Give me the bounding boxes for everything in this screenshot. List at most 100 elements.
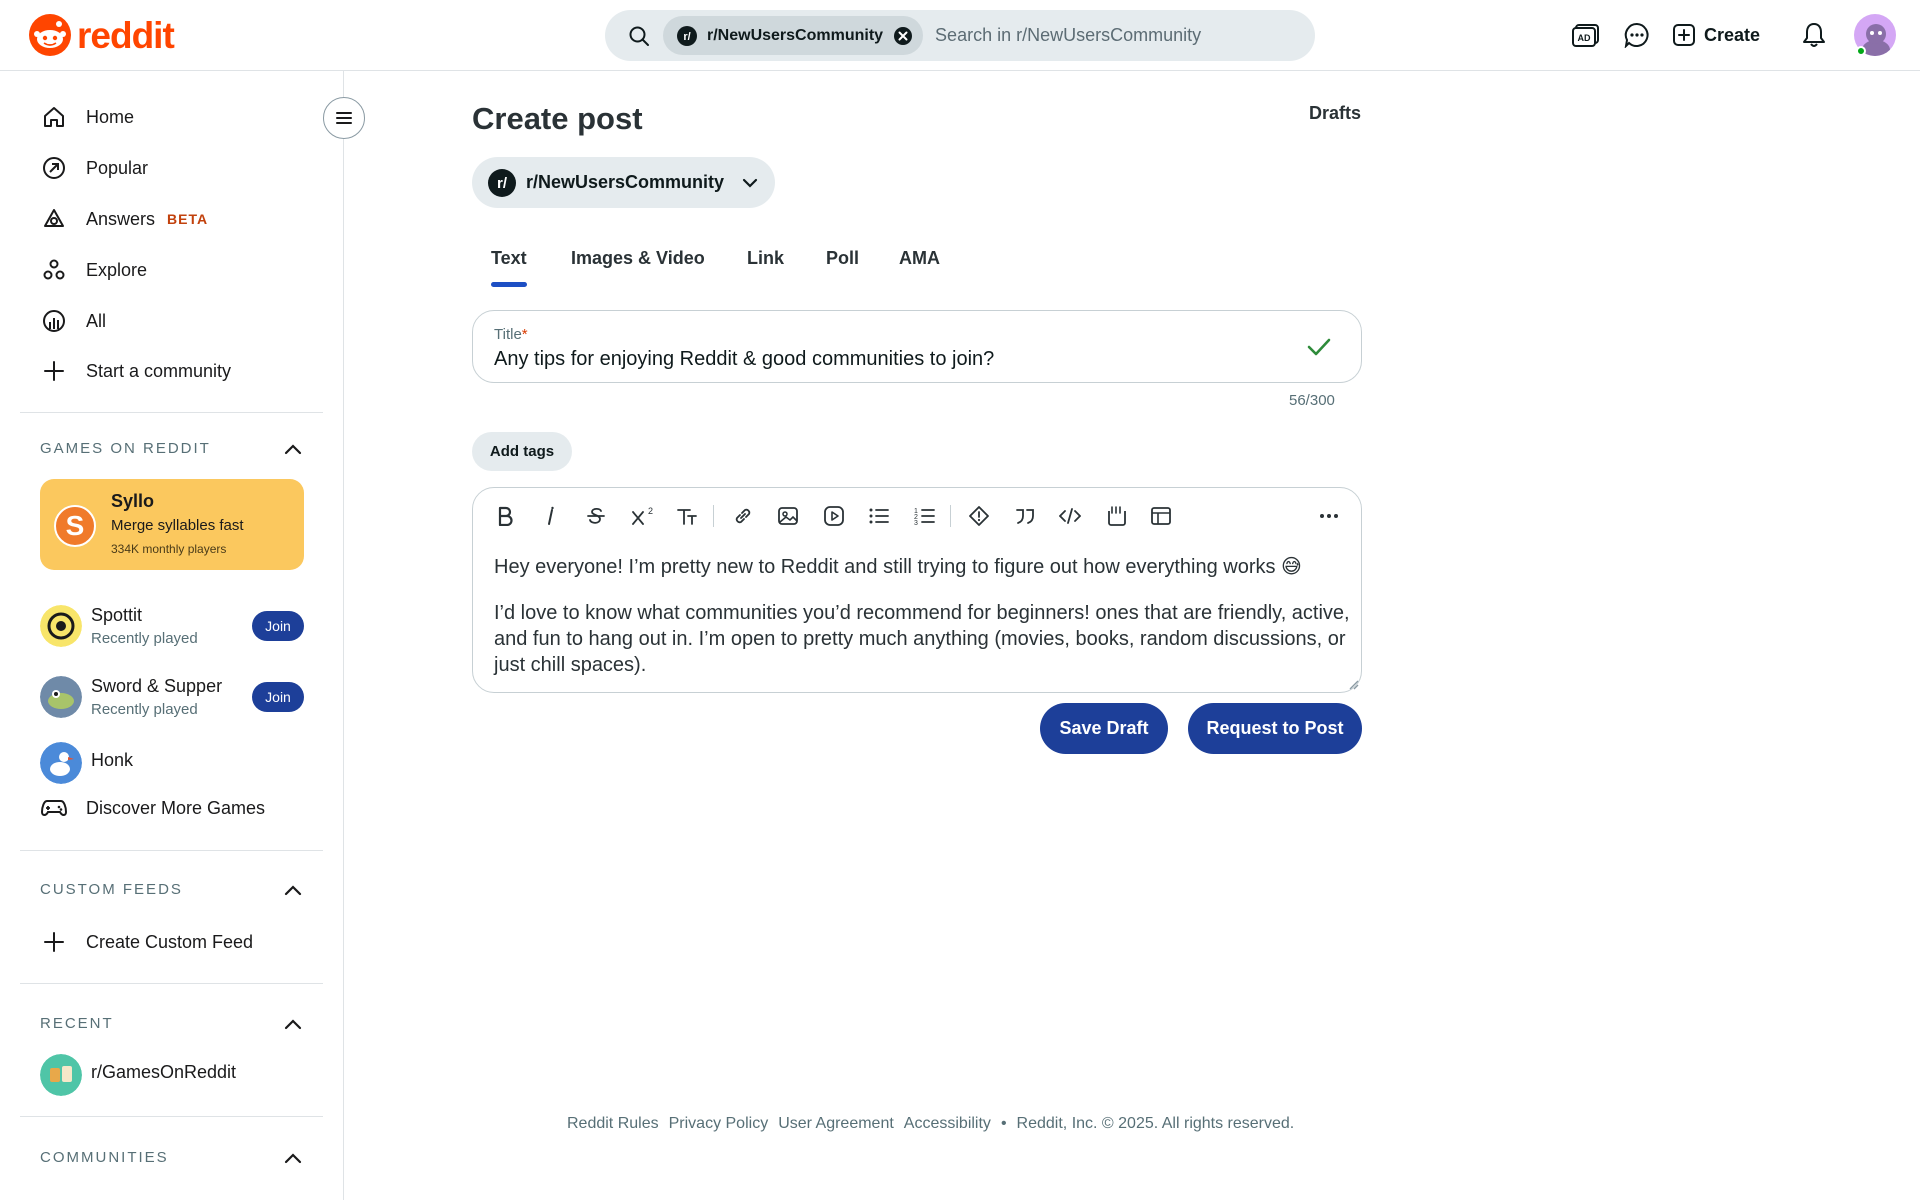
sidebar-toggle-button[interactable] bbox=[323, 97, 365, 139]
body-editor[interactable]: 2 123 Hey everyone! I’m pretty new to Re… bbox=[472, 487, 1362, 693]
games-section-header[interactable]: GAMES ON REDDIT bbox=[40, 440, 302, 457]
tab-images-video[interactable]: Images & Video bbox=[571, 248, 705, 269]
all-icon bbox=[40, 307, 68, 335]
tab-ama[interactable]: AMA bbox=[899, 248, 940, 269]
resize-handle-icon[interactable] bbox=[1347, 678, 1359, 690]
code-icon[interactable] bbox=[1055, 501, 1085, 531]
add-tags-button[interactable]: Add tags bbox=[472, 432, 572, 471]
drafts-link[interactable]: Drafts bbox=[1309, 103, 1361, 124]
svg-text:r/: r/ bbox=[683, 31, 690, 43]
heading-icon[interactable] bbox=[672, 501, 702, 531]
top-header: reddit r/ r/NewUsersCommunity Search in … bbox=[0, 0, 1920, 71]
sidebar-item-explore[interactable]: Explore bbox=[40, 250, 147, 290]
code-block-icon[interactable] bbox=[1101, 501, 1131, 531]
bold-icon[interactable] bbox=[490, 501, 520, 531]
create-custom-feed[interactable]: Create Custom Feed bbox=[40, 922, 253, 962]
sidebar-item-answers[interactable]: Answers BETA bbox=[40, 199, 208, 239]
sidebar-divider bbox=[20, 412, 323, 413]
recent-header[interactable]: RECENT bbox=[40, 1015, 302, 1032]
honk-thumbnail bbox=[40, 742, 82, 784]
communities-header[interactable]: COMMUNITIES bbox=[40, 1149, 302, 1166]
numbered-list-icon[interactable]: 123 bbox=[910, 501, 940, 531]
strikethrough-icon[interactable] bbox=[581, 501, 611, 531]
save-draft-button[interactable]: Save Draft bbox=[1040, 703, 1168, 754]
explore-icon bbox=[40, 256, 68, 284]
toolbar-separator bbox=[950, 505, 951, 527]
notifications-icon[interactable] bbox=[1797, 18, 1831, 52]
request-to-post-button[interactable]: Request to Post bbox=[1188, 703, 1362, 754]
sidebar-item-home[interactable]: Home bbox=[40, 97, 134, 137]
clear-scope-icon[interactable] bbox=[893, 26, 913, 46]
game-item-sword-supper[interactable]: Sword & Supper Recently played Join bbox=[40, 672, 304, 722]
tab-text[interactable]: Text bbox=[491, 248, 527, 269]
chat-icon[interactable] bbox=[1620, 18, 1654, 52]
footer-link-rules[interactable]: Reddit Rules bbox=[567, 1115, 659, 1133]
sidebar-item-popular[interactable]: Popular bbox=[40, 148, 148, 188]
footer-link-user-agreement[interactable]: User Agreement bbox=[778, 1115, 894, 1133]
sidebar-item-label: Answers bbox=[86, 208, 156, 229]
superscript-icon[interactable]: 2 bbox=[627, 501, 657, 531]
reddit-logo[interactable]: reddit bbox=[29, 14, 175, 56]
sidebar-item-label: Create Custom Feed bbox=[86, 931, 254, 952]
quote-icon[interactable] bbox=[1010, 501, 1040, 531]
game-item-spottit[interactable]: Spottit Recently played Join bbox=[40, 601, 304, 651]
advertise-icon[interactable]: AD bbox=[1569, 18, 1603, 52]
game-name: Spottit bbox=[91, 605, 143, 625]
create-button[interactable]: Create bbox=[1672, 18, 1760, 52]
active-tab-indicator bbox=[491, 282, 527, 287]
chevron-up-icon[interactable] bbox=[284, 1152, 302, 1164]
section-title: CUSTOM FEEDS bbox=[40, 881, 183, 898]
featured-game-card[interactable]: S Syllo Merge syllables fast 334K monthl… bbox=[40, 479, 304, 570]
recent-community-name: r/GamesOnReddit bbox=[91, 1062, 237, 1082]
sidebar-item-all[interactable]: All bbox=[40, 301, 106, 341]
search-scope-chip[interactable]: r/ r/NewUsersCommunity bbox=[663, 16, 924, 55]
image-icon[interactable] bbox=[773, 501, 803, 531]
search-scope-label: r/NewUsersCommunity bbox=[707, 26, 884, 44]
game-item-honk[interactable]: Honk bbox=[40, 738, 304, 788]
chevron-up-icon[interactable] bbox=[284, 443, 302, 455]
link-icon[interactable] bbox=[728, 501, 758, 531]
more-icon[interactable] bbox=[1314, 501, 1344, 531]
bullet-list-icon[interactable] bbox=[864, 501, 894, 531]
title-field[interactable]: Title* Any tips for enjoying Reddit & go… bbox=[472, 310, 1362, 383]
italic-icon[interactable] bbox=[536, 501, 566, 531]
featured-game-description: Merge syllables fast bbox=[111, 517, 244, 534]
sidebar-item-label: Home bbox=[86, 106, 135, 127]
sidebar-item-label: Start a community bbox=[86, 360, 232, 381]
footer-link-accessibility[interactable]: Accessibility bbox=[904, 1115, 991, 1133]
toolbar-separator bbox=[713, 505, 714, 527]
video-icon[interactable] bbox=[819, 501, 849, 531]
chevron-up-icon[interactable] bbox=[284, 1018, 302, 1030]
sword-supper-thumbnail bbox=[40, 676, 82, 718]
chevron-down-icon bbox=[742, 178, 758, 188]
recent-item[interactable]: r/GamesOnReddit bbox=[40, 1050, 304, 1100]
section-title: GAMES ON REDDIT bbox=[40, 440, 211, 457]
featured-game-name: Syllo bbox=[111, 491, 155, 511]
footer-link-privacy[interactable]: Privacy Policy bbox=[669, 1115, 769, 1133]
tab-poll[interactable]: Poll bbox=[826, 248, 859, 269]
search-bar[interactable]: r/ r/NewUsersCommunity Search in r/NewUs… bbox=[605, 10, 1315, 61]
gamepad-icon bbox=[40, 794, 68, 822]
svg-text:2: 2 bbox=[648, 506, 653, 516]
search-input[interactable]: Search in r/NewUsersCommunity bbox=[935, 25, 1201, 46]
required-mark: * bbox=[521, 326, 528, 343]
game-name: Sword & Supper bbox=[91, 676, 223, 696]
search-icon bbox=[625, 22, 653, 50]
tab-link[interactable]: Link bbox=[747, 248, 784, 269]
title-input[interactable]: Any tips for enjoying Reddit & good comm… bbox=[494, 348, 994, 371]
discover-more-games[interactable]: Discover More Games bbox=[40, 788, 265, 828]
syllo-logo: S bbox=[54, 505, 96, 547]
sidebar-item-start-community[interactable]: Start a community bbox=[40, 351, 231, 391]
create-label: Create bbox=[1704, 24, 1761, 45]
community-thumbnail bbox=[40, 1054, 82, 1096]
home-icon bbox=[40, 103, 68, 131]
chevron-up-icon[interactable] bbox=[284, 884, 302, 896]
spoiler-icon[interactable] bbox=[964, 501, 994, 531]
table-icon[interactable] bbox=[1146, 501, 1176, 531]
community-icon: r/ bbox=[677, 25, 697, 46]
create-icon bbox=[1673, 24, 1695, 46]
community-selector[interactable]: r/ r/NewUsersCommunity bbox=[472, 157, 775, 208]
join-button[interactable]: Join bbox=[252, 611, 304, 641]
custom-feeds-header[interactable]: CUSTOM FEEDS bbox=[40, 881, 302, 898]
join-button[interactable]: Join bbox=[252, 682, 304, 712]
